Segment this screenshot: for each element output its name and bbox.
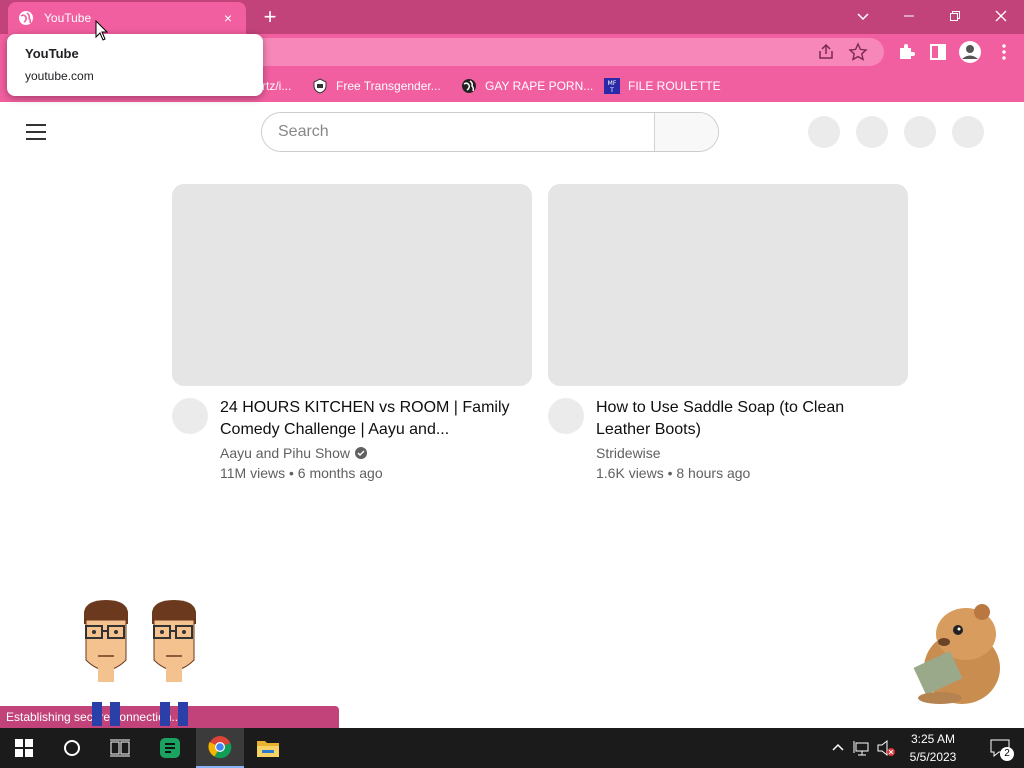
search-circle-icon <box>64 740 80 756</box>
close-window-button[interactable] <box>978 4 1024 28</box>
mouse-cursor-icon <box>95 20 109 41</box>
cartoon-man-image <box>152 600 196 726</box>
volume-muted-icon[interactable] <box>876 738 896 758</box>
tab-youtube[interactable]: YouTube × <box>8 2 246 34</box>
bookmark-label: GAY RAPE PORN... <box>485 79 594 93</box>
windows-logo-icon <box>15 739 33 757</box>
search-button[interactable] <box>654 113 718 151</box>
bookmark-item-3[interactable]: GAY RAPE PORN... <box>461 70 593 102</box>
tab-title: YouTube <box>44 11 92 25</box>
channel-name[interactable]: Stridewise <box>596 445 661 461</box>
video-card-2[interactable]: How to Use Saddle Soap (to Clean Leather… <box>548 184 908 481</box>
header-icon-placeholder-4[interactable] <box>952 116 984 148</box>
hover-card-title: YouTube <box>25 46 79 61</box>
svg-text:T: T <box>609 87 614 94</box>
chrome-icon <box>208 736 232 759</box>
taskbar-app-sheets[interactable] <box>146 728 194 768</box>
side-panel-icon[interactable] <box>928 42 948 62</box>
mft-icon: MFT <box>604 78 620 94</box>
notification-count-badge: 2 <box>1000 747 1014 761</box>
share-icon[interactable] <box>816 42 836 62</box>
sheets-icon <box>160 738 180 758</box>
bookmark-item-1[interactable]: rtz/i... <box>262 70 291 102</box>
search-input[interactable] <box>262 113 655 151</box>
globe-icon <box>19 11 33 25</box>
channel-name[interactable]: Aayu and Pihu Show <box>220 445 350 461</box>
system-clock[interactable]: 3:25 AM 5/5/2023 <box>898 730 968 766</box>
windows-taskbar: 3:25 AM 5/5/2023 2 <box>0 728 1024 768</box>
video-thumbnail[interactable] <box>172 184 532 386</box>
bookmark-label: rtz/i... <box>262 79 292 93</box>
tab-hover-card: YouTube youtube.com <box>7 34 263 96</box>
task-view-button[interactable] <box>96 728 144 768</box>
bookmark-item-2[interactable]: Free Transgender... <box>312 70 441 102</box>
taskbar-app-chrome[interactable] <box>196 728 244 768</box>
hover-card-url: youtube.com <box>25 69 94 83</box>
cartoon-man-image <box>84 600 128 726</box>
video-stats: 1.6K views • 8 hours ago <box>596 465 751 481</box>
start-button[interactable] <box>0 728 48 768</box>
clock-time: 3:25 AM <box>910 732 956 746</box>
taskbar-search-button[interactable] <box>48 728 96 768</box>
channel-name-row: Aayu and Pihu Show <box>220 445 520 461</box>
new-tab-button[interactable]: + <box>258 6 282 30</box>
close-icon <box>995 10 1007 22</box>
browser-titlebar: YouTube × + <box>0 0 1024 34</box>
clock-date: 5/5/2023 <box>909 750 957 764</box>
verified-badge-icon <box>354 447 367 459</box>
bookmark-label: FILE ROULETTE <box>628 79 721 93</box>
svg-text:MF: MF <box>608 80 617 87</box>
show-hidden-icons-icon[interactable] <box>828 738 848 758</box>
action-center-button[interactable]: 2 <box>976 728 1024 768</box>
network-icon[interactable] <box>852 738 872 758</box>
video-stats: 11M views • 6 months ago <box>220 465 383 481</box>
profile-avatar-icon[interactable] <box>958 40 982 64</box>
channel-avatar[interactable] <box>172 398 208 434</box>
task-view-icon <box>110 739 130 757</box>
minimize-button[interactable] <box>886 4 932 28</box>
channel-name-row: Stridewise <box>596 445 896 461</box>
restore-button[interactable] <box>932 4 978 28</box>
header-icon-placeholder-3[interactable] <box>904 116 936 148</box>
video-card-1[interactable]: 24 HOURS KITCHEN vs ROOM | Family Comedy… <box>172 184 532 481</box>
minimize-icon <box>904 15 914 17</box>
hamburger-menu-icon[interactable] <box>26 124 46 140</box>
header-icon-placeholder-2[interactable] <box>856 116 888 148</box>
video-title[interactable]: How to Use Saddle Soap (to Clean Leather… <box>596 397 896 441</box>
bookmark-item-4[interactable]: MF T FILE ROULETTE <box>604 70 721 102</box>
video-title[interactable]: 24 HOURS KITCHEN vs ROOM | Family Comedy… <box>220 397 520 441</box>
chevron-down-icon <box>857 13 869 21</box>
header-icon-placeholder-1[interactable] <box>808 116 840 148</box>
video-thumbnail[interactable] <box>548 184 908 386</box>
bookmark-star-icon[interactable] <box>848 42 868 62</box>
file-explorer-icon <box>257 741 279 757</box>
tab-search-button[interactable] <box>840 4 886 28</box>
shield-icon <box>313 78 327 94</box>
bookmark-label: Free Transgender... <box>336 79 441 93</box>
hamster-image <box>913 604 1000 704</box>
taskbar-app-file-explorer[interactable] <box>244 728 292 768</box>
search-bar <box>261 112 719 152</box>
globe-icon <box>462 79 476 93</box>
extensions-icon[interactable] <box>896 42 916 62</box>
channel-avatar[interactable] <box>548 398 584 434</box>
restore-icon <box>950 11 960 21</box>
more-menu-icon[interactable] <box>994 42 1014 62</box>
tab-close-button[interactable]: × <box>220 10 236 26</box>
